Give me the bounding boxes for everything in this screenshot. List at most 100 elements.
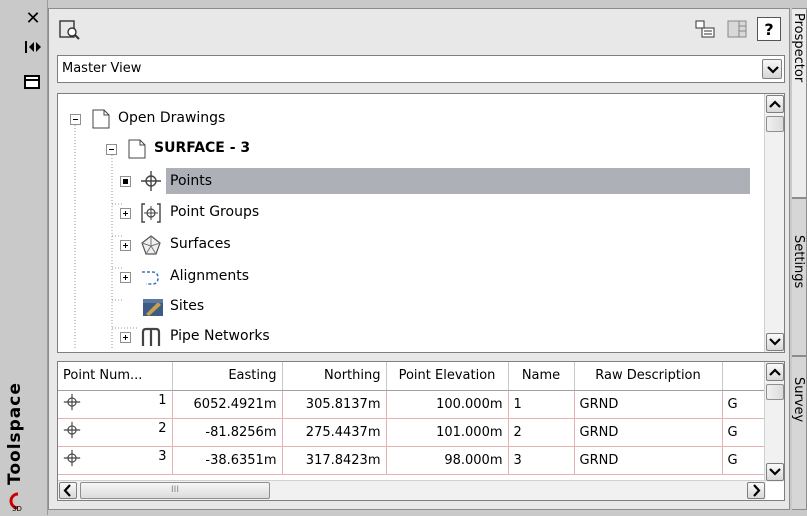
name-cell[interactable]: 1: [508, 390, 575, 419]
name-cell[interactable]: 2: [508, 418, 575, 447]
scroll-thumb[interactable]: [766, 116, 784, 132]
column-header-more[interactable]: [722, 362, 767, 391]
points-table: Point Num... Easting Northing Point Elev…: [57, 361, 785, 501]
drawing-icon: [126, 138, 148, 160]
point-icon: [63, 449, 81, 471]
tab-prospector[interactable]: Prospector: [792, 8, 807, 198]
auto-hide-icon[interactable]: [24, 40, 42, 54]
view-selector-value: Master View: [62, 61, 142, 76]
scroll-thumb[interactable]: [766, 384, 784, 400]
point-number: 1: [158, 393, 167, 408]
tab-label: Survey: [792, 377, 806, 423]
northing-cell[interactable]: 305.8137m: [282, 390, 387, 419]
tree-item-label: Surfaces: [170, 236, 231, 252]
extra-cell[interactable]: G: [722, 446, 767, 475]
point-icon: [140, 170, 162, 192]
chevron-down-icon[interactable]: [762, 59, 782, 79]
column-header-point-elevation[interactable]: Point Elevation: [386, 362, 509, 391]
tree-item-label: Point Groups: [170, 204, 260, 220]
expand-icon[interactable]: [120, 208, 131, 219]
points-grid: Point Num... Easting Northing Point Elev…: [58, 362, 767, 475]
tree-item-alignments[interactable]: Alignments: [58, 262, 764, 292]
column-header-easting[interactable]: Easting: [172, 362, 283, 391]
expand-icon[interactable]: [120, 332, 131, 343]
tree-item-surfaces[interactable]: Surfaces: [58, 230, 764, 260]
scroll-thumb[interactable]: III: [80, 482, 270, 499]
raw-description-cell[interactable]: GRND: [574, 418, 723, 447]
tab-settings[interactable]: Settings: [792, 198, 807, 356]
column-header-point-number[interactable]: Point Num...: [58, 362, 173, 391]
column-header-raw-description[interactable]: Raw Description: [574, 362, 723, 391]
tree-item-point-groups[interactable]: Point Groups: [58, 198, 764, 228]
table-row[interactable]: 2 -81.8256m 275.4437m 101.000m 2 GRND G: [58, 418, 767, 447]
scroll-down-icon[interactable]: [766, 463, 784, 481]
elevation-cell[interactable]: 98.000m: [386, 446, 509, 475]
toolspace-window: ✕ Toolspace 3D ? Master View Open Drawin…: [0, 0, 807, 515]
extra-cell[interactable]: G: [722, 418, 767, 447]
toolspace-title: Toolspace: [5, 382, 25, 485]
elevation-cell[interactable]: 100.000m: [386, 390, 509, 419]
tree-item-surface-3[interactable]: SURFACE - 3: [58, 134, 764, 164]
expand-icon[interactable]: [120, 240, 131, 251]
raw-description-cell[interactable]: GRND: [574, 390, 723, 419]
alignment-icon: [140, 266, 162, 288]
tree-item-label: Pipe Networks: [170, 328, 270, 344]
prospector-tree: Open Drawings SURFACE - 3 Points Point G…: [57, 93, 785, 353]
tree-item-label: SURFACE - 3: [154, 140, 251, 156]
pipe-network-icon: [140, 326, 162, 348]
collapse-icon[interactable]: [106, 144, 117, 155]
toolspace-left-strip: ✕ Toolspace 3D: [0, 0, 48, 515]
tree-vertical-scrollbar[interactable]: [764, 94, 784, 352]
northing-cell[interactable]: 317.8423m: [282, 446, 387, 475]
help-icon[interactable]: ?: [757, 17, 781, 41]
name-cell[interactable]: 3: [508, 446, 575, 475]
zoom-extents-icon[interactable]: [57, 17, 83, 43]
point-number-cell[interactable]: 3: [58, 446, 173, 475]
point-icon: [63, 421, 81, 443]
svg-text:3D: 3D: [12, 505, 22, 512]
table-row[interactable]: 3 -38.6351m 317.8423m 98.000m 3 GRND G: [58, 446, 767, 475]
point-icon: [63, 393, 81, 415]
column-header-name[interactable]: Name: [508, 362, 575, 391]
tab-label: Prospector: [792, 13, 806, 83]
point-number: 2: [158, 421, 167, 436]
scroll-right-icon[interactable]: [747, 482, 765, 499]
table-vertical-scrollbar[interactable]: [764, 362, 784, 482]
surface-icon: [140, 234, 162, 256]
tab-label: Settings: [792, 235, 806, 289]
properties-icon[interactable]: [24, 75, 40, 89]
collapse-icon[interactable]: [70, 114, 81, 125]
tree-item-sites[interactable]: Sites: [58, 292, 764, 322]
drawings-icon: [90, 108, 112, 130]
scroll-left-icon[interactable]: [59, 482, 77, 499]
expander-dot-icon[interactable]: [120, 176, 131, 187]
tree-item-points[interactable]: Points: [58, 166, 764, 196]
table-horizontal-scrollbar[interactable]: III: [58, 480, 766, 500]
point-group-icon: [140, 202, 162, 224]
scroll-up-icon[interactable]: [766, 363, 784, 381]
civil-3d-logo-icon: 3D: [6, 492, 26, 513]
point-number-cell[interactable]: 2: [58, 418, 173, 447]
extra-cell[interactable]: G: [722, 390, 767, 419]
item-view-icon[interactable]: [693, 17, 719, 43]
expand-icon[interactable]: [120, 272, 131, 283]
northing-cell[interactable]: 275.4437m: [282, 418, 387, 447]
easting-cell[interactable]: 6052.4921m: [172, 390, 283, 419]
tab-survey[interactable]: Survey: [792, 356, 807, 510]
table-row[interactable]: 1 6052.4921m 305.8137m 100.000m 1 GRND G: [58, 390, 767, 419]
point-number-cell[interactable]: 1: [58, 390, 173, 419]
tree-item-pipe-networks[interactable]: Pipe Networks: [58, 322, 764, 352]
close-icon[interactable]: ✕: [24, 10, 42, 28]
view-selector[interactable]: Master View: [57, 55, 785, 83]
raw-description-cell[interactable]: GRND: [574, 446, 723, 475]
scroll-up-icon[interactable]: [766, 95, 784, 113]
easting-cell[interactable]: -81.8256m: [172, 418, 283, 447]
easting-cell[interactable]: -38.6351m: [172, 446, 283, 475]
table-header-row: Point Num... Easting Northing Point Elev…: [58, 362, 767, 391]
elevation-cell[interactable]: 101.000m: [386, 418, 509, 447]
tree-item-open-drawings[interactable]: Open Drawings: [58, 104, 764, 134]
column-header-northing[interactable]: Northing: [282, 362, 387, 391]
scroll-down-icon[interactable]: [766, 333, 784, 351]
list-view-icon[interactable]: [725, 17, 751, 43]
tree-item-label: Points: [166, 168, 750, 194]
